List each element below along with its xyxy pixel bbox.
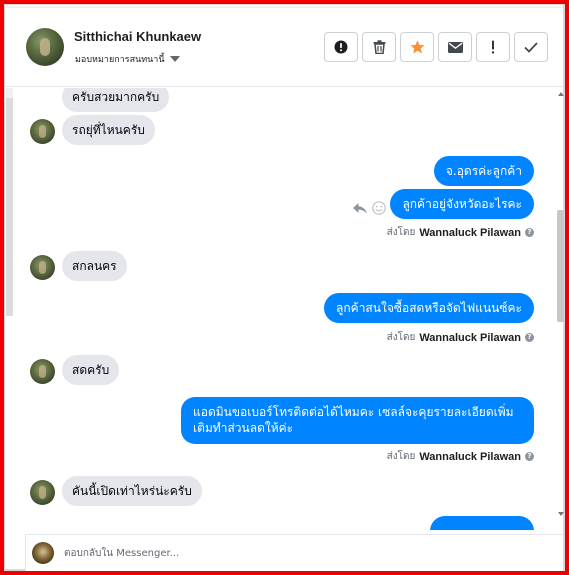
follow-up-button[interactable] bbox=[476, 32, 510, 62]
outgoing-message[interactable]: แอดมินขอเบอร์โทรติดต่อได้ไหมคะ เซลล์จะคุ… bbox=[181, 397, 534, 444]
alert-circle-icon bbox=[334, 40, 348, 54]
sent-by-info: ส่งโดย Wannaluck Pilawan ? bbox=[387, 449, 534, 464]
sent-by-info: ส่งโดย Wannaluck Pilawan ? bbox=[387, 225, 534, 240]
sender-avatar[interactable] bbox=[30, 480, 55, 505]
assign-conversation-dropdown[interactable]: มอบหมายการสนทนานี้ bbox=[75, 52, 180, 66]
chat-scrollbar-thumb[interactable] bbox=[557, 210, 564, 322]
sent-by-info: ส่งโดย Wannaluck Pilawan ? bbox=[387, 330, 534, 345]
sent-by-prefix: ส่งโดย bbox=[386, 227, 416, 238]
incoming-message[interactable]: คันนี้เปิดเท่าไหร่น่ะครับ bbox=[62, 476, 202, 506]
message-line: แอดมินขอเบอร์โทรติดต่อได้ไหมคะ เซลล์จะคุ… bbox=[193, 405, 514, 419]
incoming-message[interactable]: สดครับ bbox=[62, 355, 120, 385]
incoming-message[interactable]: รถยุ่ที่ไหนครับ bbox=[62, 115, 155, 145]
mark-unread-button[interactable] bbox=[438, 32, 472, 62]
help-icon[interactable]: ? bbox=[525, 333, 534, 342]
header-actions bbox=[324, 32, 552, 62]
envelope-icon bbox=[447, 41, 463, 53]
star-icon bbox=[410, 40, 424, 54]
message-thread[interactable]: ครับสวยมากครับ รถยุ่ที่ไหนครับ จ.อุดรค่ะ… bbox=[14, 88, 554, 530]
outgoing-message[interactable]: ลูกค้าอยู่จังหวัดอะไรคะ bbox=[390, 189, 534, 219]
contact-avatar[interactable] bbox=[26, 28, 64, 66]
delete-button[interactable] bbox=[362, 32, 396, 62]
help-icon[interactable]: ? bbox=[525, 452, 534, 461]
agent-name[interactable]: Wannaluck Pilawan bbox=[419, 451, 521, 463]
scroll-down-arrow-icon[interactable] bbox=[558, 512, 564, 516]
left-scrollbar-cap bbox=[6, 88, 13, 98]
trash-icon bbox=[373, 40, 385, 54]
conversation-header: Sitthichai Khunkaew มอบหมายการสนทนานี้ bbox=[6, 8, 563, 87]
outgoing-message-partial[interactable] bbox=[430, 516, 534, 530]
page-avatar bbox=[32, 542, 54, 564]
outgoing-message[interactable]: ลูกค้าสนใจซื้อสดหรือจัดไฟแนนซ์คะ bbox=[324, 293, 534, 323]
help-icon[interactable]: ? bbox=[525, 228, 534, 237]
agent-name[interactable]: Wannaluck Pilawan bbox=[419, 332, 521, 344]
sender-avatar[interactable] bbox=[30, 255, 55, 280]
exclamation-icon bbox=[491, 40, 495, 54]
check-icon bbox=[524, 41, 538, 53]
caret-down-icon bbox=[169, 56, 180, 62]
emoji-reaction-icon[interactable] bbox=[372, 201, 386, 215]
message-tools bbox=[352, 201, 390, 215]
sent-by-prefix: ส่งโดย bbox=[386, 332, 416, 343]
contact-name[interactable]: Sitthichai Khunkaew bbox=[74, 29, 201, 44]
scroll-up-arrow-icon[interactable] bbox=[558, 92, 564, 96]
reply-composer bbox=[25, 534, 563, 571]
sender-avatar[interactable] bbox=[30, 119, 55, 144]
spam-button[interactable] bbox=[324, 32, 358, 62]
agent-name[interactable]: Wannaluck Pilawan bbox=[419, 227, 521, 239]
message-line: เติมทำส่วนลดให้ค่ะ bbox=[193, 421, 294, 435]
left-scrollbar[interactable] bbox=[6, 88, 13, 316]
sender-avatar[interactable] bbox=[30, 359, 55, 384]
sent-by-prefix: ส่งโดย bbox=[386, 451, 416, 462]
outgoing-message[interactable]: จ.อุดรค่ะลูกค้า bbox=[433, 156, 534, 186]
mark-done-button[interactable] bbox=[514, 32, 548, 62]
reply-icon[interactable] bbox=[352, 202, 368, 215]
incoming-message[interactable]: สกลนคร bbox=[62, 251, 127, 281]
assign-label: มอบหมายการสนทนานี้ bbox=[75, 55, 165, 65]
reply-input[interactable] bbox=[64, 543, 544, 563]
star-button[interactable] bbox=[400, 32, 434, 62]
incoming-message[interactable]: ครับสวยมากครับ bbox=[62, 88, 170, 112]
